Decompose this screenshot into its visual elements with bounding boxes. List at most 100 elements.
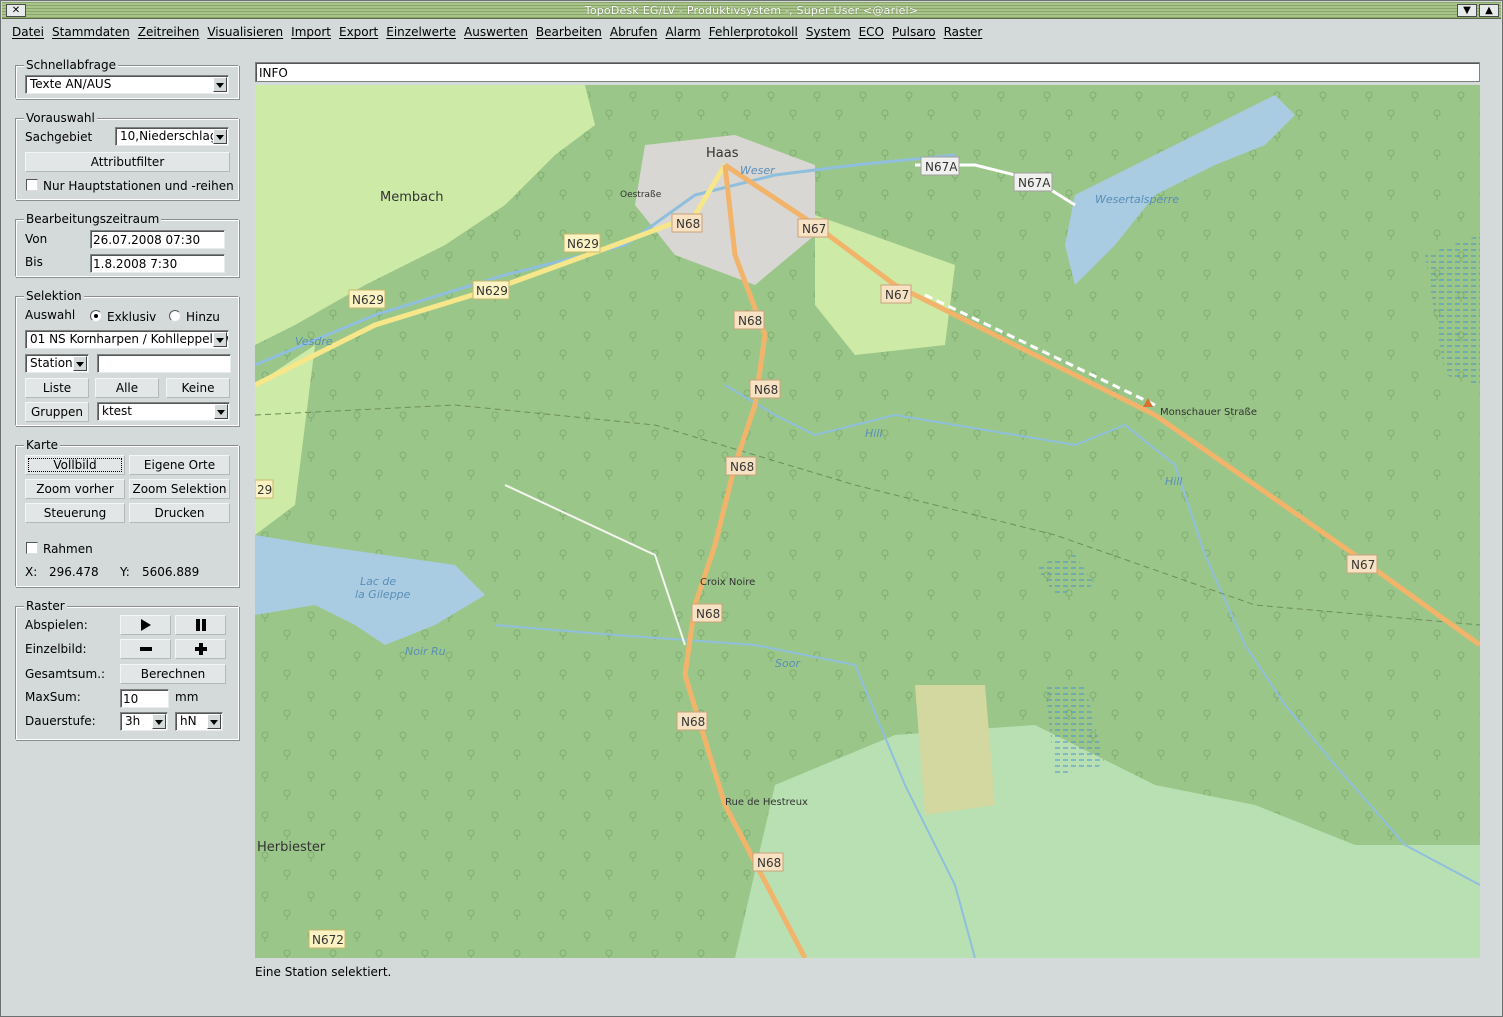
sachgebiet-value: 10,Niederschlag (120, 129, 218, 143)
zeitraum-group: Bearbeitungszeitraum Von 26.07.2008 07:3… (15, 213, 239, 277)
town-label-haas: Haas (706, 146, 739, 161)
von-input[interactable]: 26.07.2008 07:30 (90, 230, 225, 249)
menu-visualisieren[interactable]: Visualisieren (203, 25, 287, 39)
water-label-wesertalsperre: Wesertalsperre (1095, 193, 1179, 206)
chevron-down-icon[interactable] (213, 129, 227, 144)
y-label: Y: (120, 565, 130, 579)
gruppen-button[interactable]: Gruppen (25, 402, 89, 422)
vollbild-button[interactable]: Vollbild (25, 455, 125, 475)
menu-import[interactable]: Import (287, 25, 335, 39)
selektion-group: Selektion Auswahl Exklusiv Hinzu 01 NS K… (15, 290, 239, 426)
road-shield-n629: N629 (476, 284, 508, 298)
chevron-down-icon[interactable] (73, 356, 87, 371)
play-icon (140, 619, 151, 631)
play-button[interactable] (120, 615, 171, 635)
steuerung-button[interactable]: Steuerung (25, 503, 125, 523)
dauerstufe-unit-select[interactable]: hN (175, 712, 223, 731)
minus-button[interactable] (120, 639, 171, 659)
menu-eco[interactable]: ECO (855, 25, 888, 39)
attributfilter-button[interactable]: Attributfilter (25, 152, 230, 172)
zoom-selektion-button[interactable]: Zoom Selektion (129, 479, 230, 499)
menu-abrufen[interactable]: Abrufen (606, 25, 662, 39)
rahmen-label: Rahmen (43, 542, 93, 556)
plus-button[interactable] (175, 639, 226, 659)
schnellabfrage-title: Schnellabfrage (24, 58, 118, 72)
menu-bearbeiten[interactable]: Bearbeiten (532, 25, 606, 39)
schnellabfrage-group: Schnellabfrage Texte AN/AUS (15, 59, 239, 99)
chevron-down-icon[interactable] (213, 77, 227, 92)
keine-button[interactable]: Keine (166, 378, 230, 398)
dauerstufe-value: 3h (125, 714, 141, 728)
pause-button[interactable] (175, 615, 226, 635)
eigene-orte-button[interactable]: Eigene Orte (129, 455, 230, 475)
dauerstufe-select[interactable]: 3h (120, 712, 168, 731)
hinzu-radio[interactable] (169, 310, 181, 322)
road-shield-n68: N68 (754, 383, 778, 397)
info-field[interactable]: INFO (255, 62, 1480, 82)
road-shield-n68: N68 (738, 314, 762, 328)
liste-button[interactable]: Liste (25, 378, 89, 398)
chevron-down-icon[interactable] (207, 714, 221, 729)
water-label-soor: Soor (775, 657, 801, 670)
menu-bar: Datei Stammdaten Zeitreihen Visualisiere… (2, 20, 1501, 44)
chevron-down-icon[interactable] (152, 714, 166, 729)
x-label: X: (25, 565, 38, 579)
road-shield-n67a: N67A (1018, 176, 1051, 190)
menu-system[interactable]: System (802, 25, 855, 39)
chevron-down-icon[interactable] (214, 404, 228, 419)
menu-datei[interactable]: Datei (8, 25, 48, 39)
von-label: Von (25, 232, 48, 246)
alle-button[interactable]: Alle (95, 378, 159, 398)
karte-title: Karte (24, 438, 61, 452)
street-label-rue-de-hestreux: Rue de Hestreux (725, 797, 808, 808)
plus-icon (194, 643, 207, 655)
status-text: Eine Station selektiert. (255, 965, 392, 979)
menu-zeitreihen[interactable]: Zeitreihen (134, 25, 204, 39)
map-canvas[interactable]: Haas Membach Herbiester Wesertalsperre W… (255, 85, 1480, 958)
gruppen-select[interactable]: ktest (97, 402, 230, 421)
exklusiv-radio[interactable] (90, 310, 102, 322)
minus-icon (139, 647, 152, 651)
zeitraum-title: Bearbeitungszeitraum (24, 212, 162, 226)
station-type-value: Station (30, 356, 73, 370)
menu-raster[interactable]: Raster (940, 25, 987, 39)
street-label-croix-noire: Croix Noire (700, 577, 755, 588)
chevron-down-icon[interactable] (213, 332, 227, 347)
drucken-button[interactable]: Drucken (129, 503, 230, 523)
x-value: 296.478 (49, 565, 99, 579)
zoom-vorher-button[interactable]: Zoom vorher (25, 479, 125, 499)
dauerstufe-unit-value: hN (180, 714, 197, 728)
station-select[interactable]: 01 NS Kornharpen / Kohlleppelsw (25, 330, 229, 349)
menu-auswerten[interactable]: Auswerten (460, 25, 532, 39)
road-shield-n68: N68 (757, 856, 781, 870)
station-type-select[interactable]: Station (25, 354, 89, 373)
water-label-hill-1: Hill (865, 427, 882, 440)
rahmen-checkbox[interactable] (26, 542, 38, 554)
maxsum-input[interactable]: 10 (120, 689, 169, 708)
hauptstationen-checkbox[interactable] (26, 179, 38, 191)
street-label-monschauer: Monschauer Straße (1160, 407, 1257, 418)
menu-stammdaten[interactable]: Stammdaten (48, 25, 134, 39)
map-view[interactable]: Haas Membach Herbiester Wesertalsperre W… (255, 85, 1480, 958)
station-filter-input[interactable] (97, 354, 231, 373)
bis-input[interactable]: 1.8.2008 7:30 (90, 254, 225, 273)
title-bar[interactable]: ✕ TopoDesk EG/LV - Produktivsystem -, Su… (2, 2, 1501, 19)
road-shield-n68: N68 (676, 217, 700, 231)
menu-export[interactable]: Export (335, 25, 382, 39)
minimize-icon[interactable]: ▼ (1457, 4, 1477, 17)
maxsum-unit: mm (175, 690, 199, 704)
maximize-icon[interactable]: ▲ (1479, 4, 1499, 17)
window-title: TopoDesk EG/LV - Produktivsystem -, Supe… (584, 4, 919, 17)
schnellabfrage-select[interactable]: Texte AN/AUS (25, 75, 229, 94)
menu-einzelwerte[interactable]: Einzelwerte (382, 25, 460, 39)
karte-group: Karte Vollbild Eigene Orte Zoom vorher Z… (15, 439, 239, 587)
menu-pulsaro[interactable]: Pulsaro (888, 25, 940, 39)
road-shield-n67: N67 (885, 288, 909, 302)
road-shield-n672: N672 (312, 933, 344, 947)
sachgebiet-select[interactable]: 10,Niederschlag (115, 127, 229, 146)
menu-fehlerprotokoll[interactable]: Fehlerprotokoll (705, 25, 802, 39)
berechnen-button[interactable]: Berechnen (120, 664, 226, 684)
road-shield-n67a: N67A (925, 160, 958, 174)
menu-alarm[interactable]: Alarm (661, 25, 704, 39)
vorauswahl-title: Vorauswahl (24, 111, 97, 125)
